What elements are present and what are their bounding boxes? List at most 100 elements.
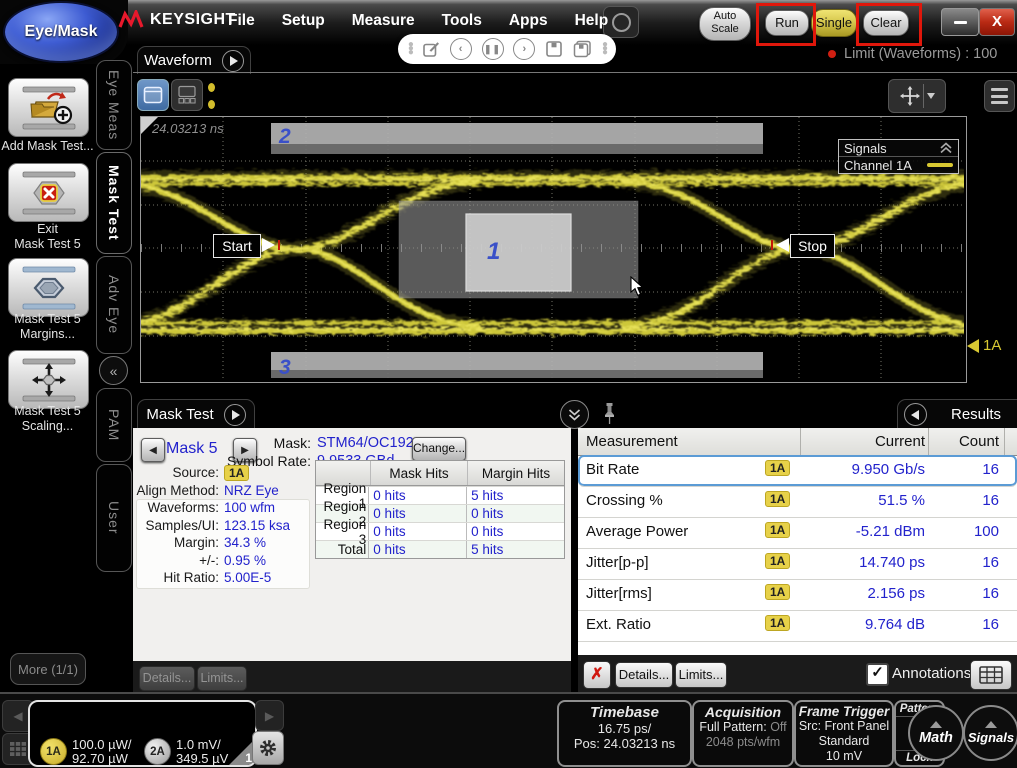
channel-2a-scale: 1.0 mV/349.5 µV bbox=[176, 738, 228, 766]
math-expand-icon bbox=[930, 721, 942, 728]
timebase-panel[interactable]: Timebase 16.75 ps/ Pos: 24.03213 ns bbox=[557, 700, 692, 767]
prev-mask-button[interactable]: ◀ bbox=[141, 438, 165, 462]
pan-tool-button[interactable] bbox=[888, 79, 946, 113]
split-view-button[interactable] bbox=[171, 79, 203, 111]
results-footer: ✗ Details... Limits... ✓ Annotations bbox=[578, 655, 1017, 692]
pause-icon[interactable]: ❚❚ bbox=[482, 38, 504, 60]
menu-help[interactable]: Help bbox=[575, 12, 609, 30]
mask-region-3[interactable] bbox=[271, 352, 763, 378]
table-row: Total 0 hits 5 hits bbox=[316, 540, 564, 558]
mask-margins-label-1: Mask Test 5 bbox=[0, 312, 95, 326]
result-row-bit-rate[interactable]: Bit Rate1A 9.950 Gb/s16 bbox=[578, 455, 1017, 487]
result-row-average-power[interactable]: Average Power1A -5.21 dBm100 bbox=[578, 517, 1017, 549]
channel-settings-button[interactable] bbox=[252, 731, 284, 765]
single-button[interactable]: Single bbox=[811, 9, 857, 37]
signals-legend[interactable]: Signals Channel 1A bbox=[838, 139, 959, 174]
mask-region-1[interactable] bbox=[399, 201, 638, 298]
signals-button[interactable]: Signals bbox=[963, 705, 1017, 761]
result-row-ext-ratio[interactable]: Ext. Ratio1A 9.764 dB16 bbox=[578, 610, 1017, 642]
add-mask-test-button[interactable] bbox=[8, 78, 89, 137]
mask-info-list: Source:1A Align Method:NRZ Eye Waveforms… bbox=[133, 464, 313, 587]
mask-details-button[interactable]: Details... bbox=[139, 666, 195, 691]
menu-bar: File Setup Measure Tools Apps Help bbox=[228, 12, 608, 30]
more-button[interactable]: More (1/1) bbox=[10, 653, 86, 685]
step-forward-icon[interactable]: › bbox=[513, 38, 535, 60]
tab-pam[interactable]: PAM bbox=[96, 388, 132, 462]
mask-test-panel: ◀ Mask 5 ▶ Mask: Symbol Rate: STM64/OC19… bbox=[133, 428, 571, 661]
mask-scaling-label-1: Mask Test 5 bbox=[0, 404, 95, 418]
screenshot-button[interactable] bbox=[603, 6, 639, 38]
next-channel-page-button[interactable]: ▶ bbox=[255, 700, 284, 731]
exit-mask-test-button[interactable] bbox=[8, 163, 89, 222]
change-mask-button[interactable]: Change... bbox=[412, 437, 466, 461]
tab-mask-test-panel[interactable]: Mask Test bbox=[137, 399, 255, 429]
view-options-kebab[interactable] bbox=[207, 83, 215, 109]
play-icon[interactable] bbox=[224, 404, 246, 426]
brand-text: KEYSIGHT bbox=[150, 11, 236, 29]
results-details-button[interactable]: Details... bbox=[615, 662, 673, 688]
result-row-jitter-rms[interactable]: Jitter[rms]1A 2.156 ps16 bbox=[578, 579, 1017, 611]
pan-move-icon bbox=[900, 86, 920, 106]
mask-margins-button[interactable] bbox=[8, 258, 89, 317]
table-view-button[interactable] bbox=[970, 660, 1012, 690]
tab-mask-test[interactable]: Mask Test bbox=[96, 152, 132, 254]
table-icon bbox=[979, 666, 1003, 684]
app-logo: Eye/Mask bbox=[3, 1, 119, 63]
collapse-legend-icon[interactable] bbox=[939, 142, 953, 154]
play-icon[interactable] bbox=[222, 50, 244, 72]
channel-2a-badge[interactable]: 2A bbox=[144, 738, 171, 765]
channel-status-panel[interactable]: 1A 100.0 µW/92.70 µW 2A 1.0 mV/349.5 µV … bbox=[28, 700, 257, 767]
frame-trigger-panel[interactable]: Frame Trigger Src: Front Panel Standard … bbox=[794, 700, 894, 767]
result-row-jitter-pp[interactable]: Jitter[p-p]1A 14.740 ps16 bbox=[578, 548, 1017, 580]
menu-file[interactable]: File bbox=[228, 12, 255, 30]
expand-results-icon[interactable] bbox=[904, 403, 927, 426]
math-button[interactable]: Math bbox=[908, 705, 964, 761]
result-row-crossing[interactable]: Crossing %1A 51.5 %16 bbox=[578, 486, 1017, 518]
camera-icon bbox=[612, 13, 631, 32]
drag-handle-icon[interactable]: ●●● bbox=[602, 43, 606, 55]
start-marker[interactable]: Start bbox=[213, 234, 261, 258]
single-view-button[interactable] bbox=[137, 79, 169, 111]
stop-marker[interactable]: Stop bbox=[790, 234, 835, 258]
tab-results[interactable]: Results bbox=[897, 399, 1017, 429]
save-icon[interactable] bbox=[545, 40, 563, 58]
grid-icon bbox=[10, 742, 26, 756]
results-limits-button[interactable]: Limits... bbox=[675, 662, 727, 688]
channel-1a-marker[interactable]: 1A bbox=[967, 337, 1001, 354]
pan-dropdown-icon[interactable] bbox=[927, 93, 935, 99]
timebase-position-label: 24.03213 ns bbox=[152, 121, 224, 136]
mask-label: Mask: bbox=[193, 434, 311, 452]
edit-icon[interactable] bbox=[422, 40, 440, 58]
mask-scaling-button[interactable] bbox=[8, 350, 89, 409]
tab-eye-meas[interactable]: Eye Meas bbox=[96, 60, 132, 150]
collapse-panel-button[interactable] bbox=[560, 400, 589, 429]
menu-tools[interactable]: Tools bbox=[442, 12, 482, 30]
waveform-menu-button[interactable] bbox=[984, 80, 1015, 112]
channel-1a-badge[interactable]: 1A bbox=[40, 738, 67, 765]
save-copy-icon[interactable] bbox=[573, 40, 592, 58]
pin-icon[interactable] bbox=[602, 402, 617, 426]
source-badge: 1A bbox=[224, 465, 249, 481]
step-back-icon[interactable]: ‹ bbox=[450, 38, 472, 60]
auto-scale-button[interactable]: Auto Scale bbox=[699, 7, 751, 41]
acquisition-panel[interactable]: Acquisition Full Pattern: Off 2048 pts/w… bbox=[692, 700, 794, 767]
add-mask-test-label: Add Mask Test... bbox=[0, 139, 95, 153]
collapse-sidebar-button[interactable]: « bbox=[99, 356, 128, 385]
mask-margins-label-2: Margins... bbox=[0, 327, 95, 341]
annotations-checkbox[interactable]: ✓ bbox=[866, 663, 889, 686]
tab-user[interactable]: User bbox=[96, 464, 132, 572]
delete-measurement-button[interactable]: ✗ bbox=[583, 661, 611, 689]
menu-setup[interactable]: Setup bbox=[282, 12, 325, 30]
stop-arrow-icon bbox=[776, 238, 789, 252]
close-button[interactable]: X bbox=[979, 8, 1015, 36]
mask-region-2[interactable] bbox=[271, 123, 763, 154]
minimize-button[interactable] bbox=[941, 8, 979, 36]
tab-adv-eye[interactable]: Adv Eye bbox=[96, 256, 132, 354]
results-panel: Measurement Current Count Bit Rate1A 9.9… bbox=[578, 428, 1017, 655]
drag-handle-icon[interactable]: ●●● bbox=[408, 43, 412, 55]
mask-margins-icon bbox=[18, 265, 80, 311]
tab-waveform[interactable]: Waveform bbox=[137, 46, 251, 74]
menu-apps[interactable]: Apps bbox=[509, 12, 548, 30]
menu-measure[interactable]: Measure bbox=[352, 12, 415, 30]
mask-limits-button[interactable]: Limits... bbox=[197, 666, 247, 691]
